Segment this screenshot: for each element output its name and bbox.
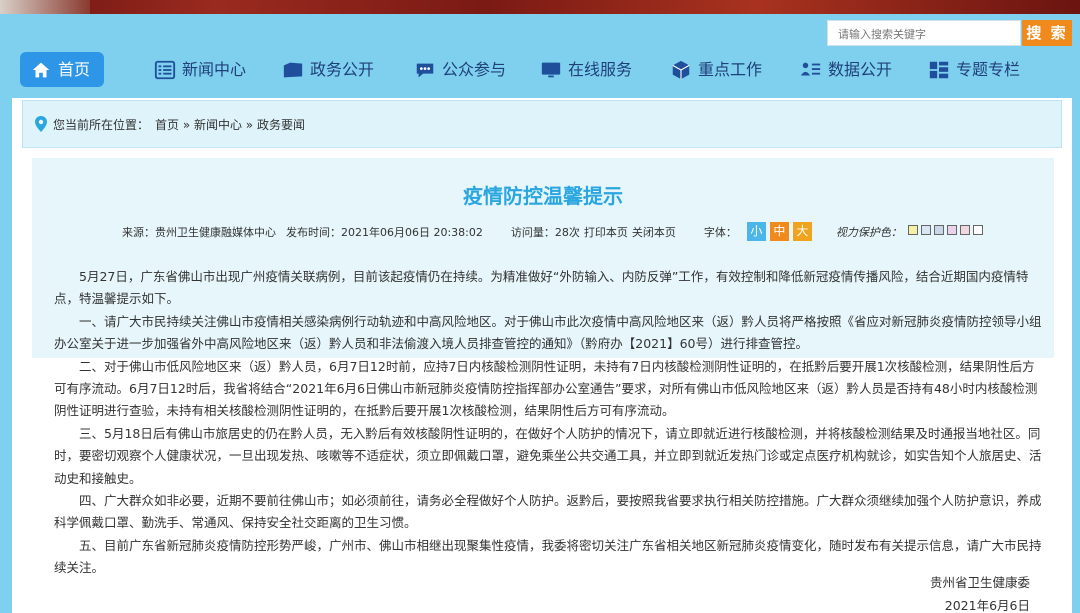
search-input[interactable]: 请输入搜索关键字 [827, 20, 1021, 46]
nav-item-data[interactable]: 数据公开 [800, 52, 892, 88]
article-paragraph: 四、广大群众如非必要，近期不要前往佛山市；如必须前往，请务必全程做好个人防护。返… [54, 493, 1042, 531]
location-pin-icon [35, 116, 47, 132]
vision-color-swatch[interactable] [920, 225, 931, 235]
article-date: 2021年6月6日 [944, 598, 1030, 613]
article-visits: 访问量：28次 [510, 225, 580, 239]
print-link[interactable]: 打印本页 [584, 224, 628, 240]
article-paragraph: 5月27日，广东省佛山市出现广州疫情关联病例，目前该起疫情仍在持续。为精准做好“… [54, 269, 1029, 307]
vision-color-swatch[interactable] [972, 225, 983, 235]
font-size-label: 字体： [703, 225, 737, 239]
article-paragraph: 二、对于佛山市低风险地区来（返）黔人员，6月7日12时前，应持7日内核酸检测阴性… [54, 358, 1038, 419]
article-paragraph: 一、请广大市民持续关注佛山市疫情相关感染病例行动轨迹和中高风险地区。对于佛山市此… [54, 313, 1042, 352]
font-medium-button[interactable]: 中 [769, 222, 789, 241]
article-paragraph: 三、5月18日后有佛山市旅居史的仍在黔人员，无入黔后有效核酸阴性证明的，在做好个… [54, 425, 1042, 486]
nav-label: 专题专栏 [956, 60, 1021, 79]
nav-label: 政务公开 [310, 60, 375, 79]
nav-item-participation[interactable]: 公众参与 [414, 52, 506, 88]
header-banner [0, 0, 1080, 14]
nav-item-home[interactable]: 首页 [20, 52, 105, 87]
close-link[interactable]: 关闭本页 [632, 224, 676, 240]
nav-label: 重点工作 [698, 60, 763, 79]
vision-color-label: 视力保护色： [835, 225, 902, 239]
article-paragraph: 五、目前广东省新冠肺炎疫情防控形势严峻，广州市、佛山市相继出现聚集性疫情，我委将… [54, 537, 1042, 576]
article-body: 5月27日，广东省佛山市出现广州疫情关联病例，目前该起疫情仍在持续。为精准做好“… [54, 266, 1042, 580]
article-title: 疫情防控温馨提示 [463, 184, 623, 208]
monitor-icon [541, 62, 561, 78]
main-nav: 首页 新闻中心 政务公开 公众参与 在线服务 重点工作 数据公开 专题专栏 [0, 52, 1080, 88]
folder-icon [283, 62, 303, 78]
search-button[interactable]: 搜 索 [1022, 20, 1072, 46]
chat-icon [416, 63, 434, 78]
font-small-button[interactable]: 小 [746, 222, 766, 241]
vision-color-swatches [907, 225, 986, 238]
nav-label: 新闻中心 [182, 60, 247, 79]
grid-icon [929, 61, 949, 79]
article-publish-time: 发布时间：2021年06月06日 20:38:02 [286, 225, 483, 239]
nav-label: 首页 [58, 59, 91, 79]
box-icon [672, 60, 690, 80]
vision-color-swatch[interactable] [946, 225, 957, 235]
banner-decoration [0, 0, 90, 14]
article-signature: 贵州省卫生健康委 [929, 575, 1030, 590]
nav-item-online-service[interactable]: 在线服务 [540, 52, 632, 88]
news-icon [154, 60, 176, 80]
font-large-button[interactable]: 大 [792, 222, 812, 241]
breadcrumb: 您当前所在位置： 首页 » 新闻中心 » 政务要闻 [22, 100, 1062, 148]
vision-color-swatch[interactable] [933, 225, 944, 235]
nav-label: 公众参与 [442, 60, 507, 79]
nav-item-topics[interactable]: 专题专栏 [928, 52, 1020, 88]
nav-item-government[interactable]: 政务公开 [282, 52, 374, 88]
home-icon [32, 62, 50, 77]
breadcrumb-prefix: 您当前所在位置： [53, 117, 150, 132]
nav-item-news[interactable]: 新闻中心 [154, 52, 246, 88]
nav-item-key-work[interactable]: 重点工作 [670, 52, 762, 88]
nav-label: 数据公开 [828, 60, 893, 79]
article-meta: 来源：贵州卫生健康融媒体中心 发布时间：2021年06月06日 20:38:02… [122, 222, 986, 241]
data-icon [800, 62, 821, 76]
main-content: 您当前所在位置： 首页 » 新闻中心 » 政务要闻 疫情防控温馨提示 来源：贵州… [12, 98, 1072, 613]
vision-color-swatch[interactable] [907, 225, 918, 235]
article-source: 来源：贵州卫生健康融媒体中心 [122, 225, 276, 239]
vision-color-swatch[interactable] [959, 225, 970, 235]
breadcrumb-path[interactable]: 首页 » 新闻中心 » 政务要闻 [155, 116, 305, 133]
nav-label: 在线服务 [568, 60, 633, 79]
